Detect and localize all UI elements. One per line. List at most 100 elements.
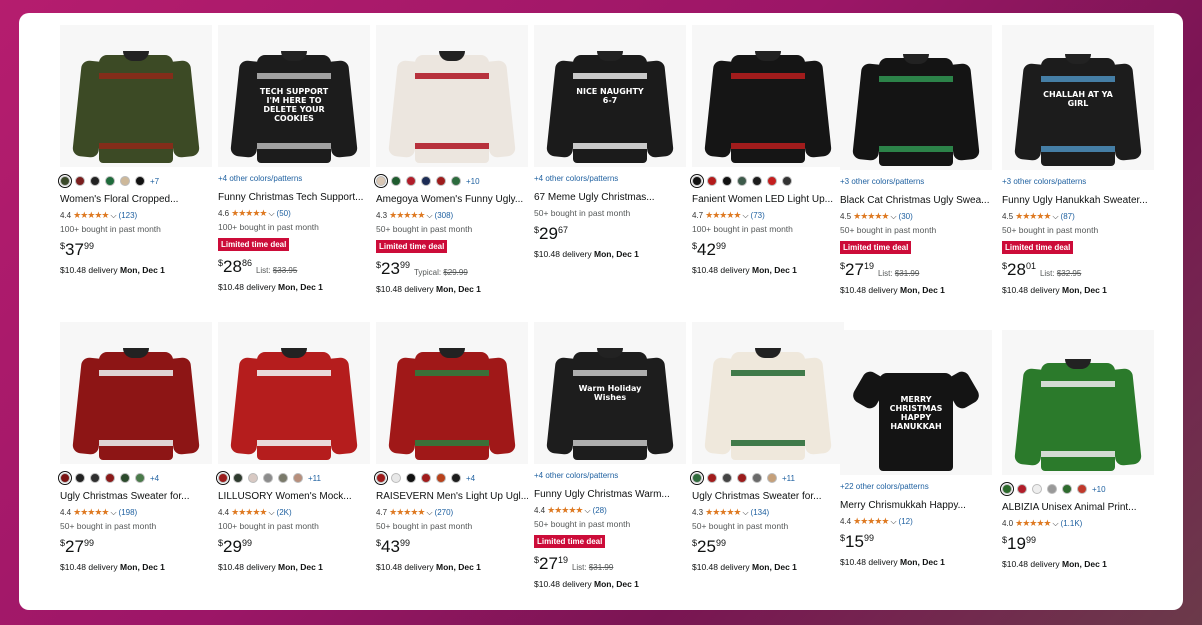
product-image[interactable]: Warm Holiday Wishes [534,322,686,464]
color-swatch[interactable] [391,176,401,186]
color-swatch[interactable] [374,471,388,485]
review-count[interactable]: (87) [1061,212,1075,221]
color-swatch[interactable] [690,471,704,485]
more-colors-link[interactable]: +3 other colors/patterns [1002,175,1154,189]
product-title[interactable]: Black Cat Christmas Ugly Swea... [840,195,992,208]
product-image[interactable] [376,25,528,167]
product-image[interactable]: TECH SUPPORT I'M HERE TO DELETE YOUR COO… [218,25,370,167]
color-swatch[interactable] [406,473,416,483]
color-swatch[interactable] [391,473,401,483]
star-rating-icon[interactable]: ★★★★★ [1015,211,1051,222]
review-count[interactable]: (73) [751,211,765,220]
color-swatch[interactable] [737,176,747,186]
color-swatch[interactable] [216,471,230,485]
product-card[interactable]: +11 Ugly Christmas Sweater for... 4.3 ★★★★★… [690,322,844,572]
review-count[interactable]: (28) [593,506,607,515]
chevron-down-icon[interactable]: ⌵ [268,209,274,219]
chevron-down-icon[interactable]: ⌵ [890,517,896,527]
product-title[interactable]: Funny Christmas Tech Support... [218,192,370,205]
product-title[interactable]: Amegoya Women's Funny Ugly... [376,194,528,207]
color-swatch[interactable] [436,473,446,483]
review-count[interactable]: (1.1K) [1061,519,1083,528]
product-image[interactable]: CHALLAH AT YA GIRL [1002,25,1154,170]
color-swatch[interactable] [293,473,303,483]
color-swatch[interactable] [120,473,130,483]
color-swatch[interactable] [105,473,115,483]
price[interactable]: $29 99 [218,537,370,557]
color-swatch[interactable] [1032,484,1042,494]
color-swatch[interactable] [58,174,72,188]
more-colors-link[interactable]: +10 [466,177,480,186]
color-swatch[interactable] [374,174,388,188]
product-image[interactable] [840,25,992,170]
product-card[interactable]: +4 RAISEVERN Men's Light Up Ugl... 4.7 ★★★★… [374,322,528,572]
color-swatch[interactable] [105,176,115,186]
star-rating-icon[interactable]: ★★★★★ [231,507,267,518]
star-rating-icon[interactable]: ★★★★★ [1015,518,1051,529]
star-rating-icon[interactable]: ★★★★★ [73,210,109,221]
chevron-down-icon[interactable]: ⌵ [426,211,432,221]
review-count[interactable]: (123) [119,211,138,220]
star-rating-icon[interactable]: ★★★★★ [73,507,109,518]
product-card[interactable]: Fanient Women LED Light Up... 4.7 ★★★★★ ⌵ (7… [690,25,844,275]
color-swatch[interactable] [451,473,461,483]
product-image[interactable] [60,25,212,167]
chevron-down-icon[interactable]: ⌵ [742,211,748,221]
more-colors-link[interactable]: +4 other colors/patterns [534,469,686,483]
color-swatch[interactable] [248,473,258,483]
product-image[interactable] [218,322,370,464]
color-swatch[interactable] [406,176,416,186]
price[interactable]: $27 19 List: $31.99 [840,260,992,280]
review-count[interactable]: (30) [899,212,913,221]
chevron-down-icon[interactable]: ⌵ [742,508,748,518]
product-card[interactable]: +11 LILLUSORY Women's Mock... 4.4 ★★★★★ ⌵ (2K… [216,322,370,572]
price[interactable]: $29 67 [534,224,686,244]
color-swatch[interactable] [233,473,243,483]
product-title[interactable]: Funny Ugly Christmas Warm... [534,489,686,502]
product-card[interactable]: Warm Holiday Wishes +4 other colors/patte… [534,322,686,589]
product-title[interactable]: Ugly Christmas Sweater for... [692,491,844,504]
price[interactable]: $27 19 List: $31.99 [534,554,686,574]
product-card[interactable]: +4 Ugly Christmas Sweater for... 4.4 ★★★★★ ⌵… [58,322,212,572]
chevron-down-icon[interactable]: ⌵ [268,508,274,518]
color-swatch[interactable] [690,174,704,188]
product-card[interactable]: +10 ALBIZIA Unisex Animal Print... 4.0 ★★★★… [1000,330,1154,569]
product-card[interactable]: MERRY CHRISTMAS HAPPY HANUKKAH +22 other … [840,330,992,567]
product-image[interactable] [1002,330,1154,475]
chevron-down-icon[interactable]: ⌵ [1052,212,1058,222]
product-title[interactable]: ALBIZIA Unisex Animal Print... [1002,502,1154,515]
star-rating-icon[interactable]: ★★★★★ [853,211,889,222]
product-card[interactable]: NICE NAUGHTY 6-7 +4 other colors/patterns… [534,25,686,259]
color-swatch[interactable] [263,473,273,483]
color-swatch[interactable] [1047,484,1057,494]
color-swatch[interactable] [767,473,777,483]
price[interactable]: $15 99 [840,532,992,552]
price[interactable]: $25 99 [692,537,844,557]
color-swatch[interactable] [767,176,777,186]
price[interactable]: $23 99 Typical: $29.99 [376,259,528,279]
star-rating-icon[interactable]: ★★★★★ [389,507,425,518]
product-title[interactable]: Ugly Christmas Sweater for... [60,491,212,504]
chevron-down-icon[interactable]: ⌵ [1052,519,1058,529]
product-image[interactable] [376,322,528,464]
star-rating-icon[interactable]: ★★★★★ [853,516,889,527]
review-count[interactable]: (50) [277,209,291,218]
product-card[interactable]: CHALLAH AT YA GIRL +3 other colors/patter… [1002,25,1154,295]
color-swatch[interactable] [58,471,72,485]
color-swatch[interactable] [135,176,145,186]
color-swatch[interactable] [1017,484,1027,494]
product-title[interactable]: LILLUSORY Women's Mock... [218,491,370,504]
color-swatch[interactable] [752,473,762,483]
color-swatch[interactable] [421,176,431,186]
price[interactable]: $28 01 List: $32.95 [1002,260,1154,280]
star-rating-icon[interactable]: ★★★★★ [705,507,741,518]
color-swatch[interactable] [135,473,145,483]
color-swatch[interactable] [278,473,288,483]
price[interactable]: $43 99 [376,537,528,557]
price[interactable]: $37 99 [60,240,212,260]
product-card[interactable]: +3 other colors/patterns Black Cat Christ… [840,25,992,295]
product-card[interactable]: +10 Amegoya Women's Funny Ugly... 4.3 ★★★★★… [374,25,528,294]
color-swatch[interactable] [75,176,85,186]
product-image[interactable] [60,322,212,464]
price[interactable]: $28 86 List: $33.95 [218,257,370,277]
